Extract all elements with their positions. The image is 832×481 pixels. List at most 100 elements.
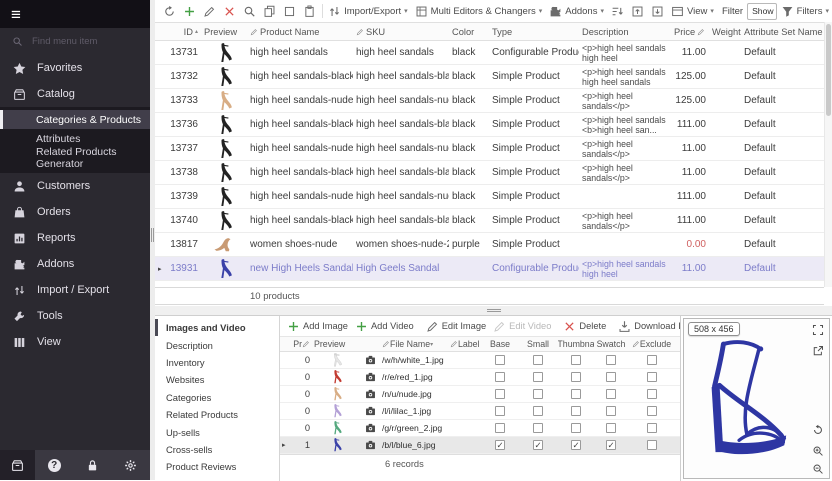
column-header-pr[interactable]: Pr [290,339,312,349]
sidebar-item-related-products-generator[interactable]: Related Products Generator [0,148,150,167]
small-checkbox[interactable] [533,406,543,416]
column-header-sku[interactable]: SKU [353,27,449,37]
edit-video-button[interactable]: Edit Video [490,317,554,335]
menu-search-input[interactable] [30,35,139,48]
column-header-id[interactable]: ID▴ [167,27,201,37]
sidebar-item-catalog[interactable]: Catalog [0,81,150,107]
sidebar-item-orders[interactable]: Orders [0,199,150,225]
gear-icon[interactable] [124,459,137,472]
sortaz-button[interactable] [608,2,627,20]
tab-up-sells[interactable]: Up-sells [155,423,279,440]
image-row[interactable]: 0/r/e/red_1.jpg [280,369,680,386]
swatch-checkbox[interactable] [606,406,616,416]
product-row[interactable]: 13738high heel sandals-black-37high heel… [155,161,832,185]
exclude-checkbox[interactable] [647,440,657,450]
refresh-button[interactable] [160,2,179,20]
thumbnail-checkbox[interactable]: ✓ [571,440,581,450]
lock-icon[interactable] [86,459,99,472]
delete-button[interactable]: Delete [560,317,609,335]
sidebar-item-customers[interactable]: Customers [0,173,150,199]
image-row[interactable]: 0/w/h/white_1.jpg [280,352,680,369]
tab-websites[interactable]: Websites [155,371,279,388]
search-button[interactable] [240,2,259,20]
column-header-description[interactable]: Description [579,27,671,37]
column-header-type[interactable]: Type [489,27,579,37]
sidebar-item-categories-products[interactable]: Categories & Products [0,110,150,129]
boxdown-button[interactable] [648,2,667,20]
zoom-out-icon[interactable] [812,463,824,475]
exclude-checkbox[interactable] [647,406,657,416]
column-header-exclude[interactable]: Exclude [628,339,675,349]
add-product-button[interactable] [180,2,199,20]
swatch-checkbox[interactable] [606,355,616,365]
add-video-button[interactable]: Add Video [352,317,417,335]
column-header-product-name[interactable]: Product Name [247,27,353,37]
copy-button[interactable] [260,2,279,20]
select-button[interactable] [280,2,299,20]
product-row[interactable]: 13732high heel sandals-blackhigh heel sa… [155,65,832,89]
boxup-button[interactable] [628,2,647,20]
product-row[interactable]: 13737high heel sandals-nude-36high heel … [155,137,832,161]
product-row[interactable]: 13817women shoes-nudewomen shoes-nude-2p… [155,233,832,257]
product-row[interactable]: 13733high heel sandals-nudehigh heel san… [155,89,832,113]
base-checkbox[interactable]: ✓ [495,440,505,450]
small-checkbox[interactable] [533,389,543,399]
column-header-color[interactable]: Color [449,27,489,37]
fullscreen-icon[interactable] [812,324,824,336]
column-header-price[interactable]: Price [671,27,709,37]
addons-menu[interactable]: Addons▾ [546,2,607,20]
edit-image-button[interactable]: Edit Image [423,317,489,335]
thumbnail-checkbox[interactable] [571,406,581,416]
product-row[interactable]: 13740high heel sandals-black-38high heel… [155,209,832,233]
small-checkbox[interactable] [533,372,543,382]
rotate-icon[interactable] [812,424,824,436]
column-header-file-name[interactable]: File Name▾ [380,339,448,349]
base-checkbox[interactable] [495,389,505,399]
import-export-menu[interactable]: Import/Export▾ [325,2,411,20]
small-checkbox[interactable] [533,355,543,365]
hamburger-menu-icon[interactable]: ≡ [11,6,21,23]
product-row[interactable]: ▸13931new High Heels SandalsHigh Geels S… [155,257,832,281]
help-icon[interactable]: ? [48,459,61,472]
sidebar-item-addons[interactable]: Addons [0,251,150,277]
exclude-checkbox[interactable] [647,355,657,365]
tab-related-products[interactable]: Related Products [155,406,279,423]
tab-product-reviews[interactable]: Product Reviews [155,458,279,475]
product-row[interactable]: 13731high heel sandalshigh heel sandalsb… [155,41,832,65]
image-row[interactable]: 0/g/r/green_2.jpg [280,420,680,437]
column-header-label[interactable]: Label [448,339,482,349]
swatch-checkbox[interactable] [606,389,616,399]
column-header-thumbna[interactable]: Thumbna [558,339,594,349]
thumbnail-checkbox[interactable] [571,389,581,399]
column-header-base[interactable]: Base [482,339,518,349]
store-button[interactable] [0,450,35,480]
products-scrollbar[interactable] [824,22,832,287]
exclude-checkbox[interactable] [647,423,657,433]
column-header-swatch[interactable]: Swatch [594,339,628,349]
base-checkbox[interactable] [495,406,505,416]
column-header-attribute-set-name[interactable]: Attribute Set Name [741,27,824,37]
column-header-small[interactable]: Small [518,339,558,349]
column-header-preview[interactable]: Preview [201,27,247,37]
tab-images-and-video[interactable]: Images and Video [155,319,279,336]
swatch-checkbox[interactable]: ✓ [606,440,616,450]
thumbnail-checkbox[interactable] [571,372,581,382]
swatch-checkbox[interactable] [606,423,616,433]
paste-button[interactable] [300,2,319,20]
scrollbar-thumb[interactable] [826,24,831,116]
external-link-icon[interactable] [812,345,824,357]
sidebar-search[interactable] [0,28,150,55]
column-header-preview[interactable]: Preview [312,339,360,349]
edit-product-button[interactable] [200,2,219,20]
small-checkbox[interactable] [533,423,543,433]
filters-menu[interactable]: Filters▾ [778,2,832,20]
tab-categories[interactable]: Categories [155,389,279,406]
exclude-checkbox[interactable] [647,389,657,399]
tab-description[interactable]: Description [155,336,279,353]
view-menu[interactable]: View▾ [668,2,717,20]
thumbnail-checkbox[interactable] [571,355,581,365]
column-header-weight[interactable]: Weight [709,27,741,37]
multi-editors-changers-menu[interactable]: Multi Editors & Changers▾ [412,2,546,20]
image-row[interactable]: 0/n/u/nude.jpg [280,386,680,403]
horizontal-splitter[interactable] [155,306,832,315]
